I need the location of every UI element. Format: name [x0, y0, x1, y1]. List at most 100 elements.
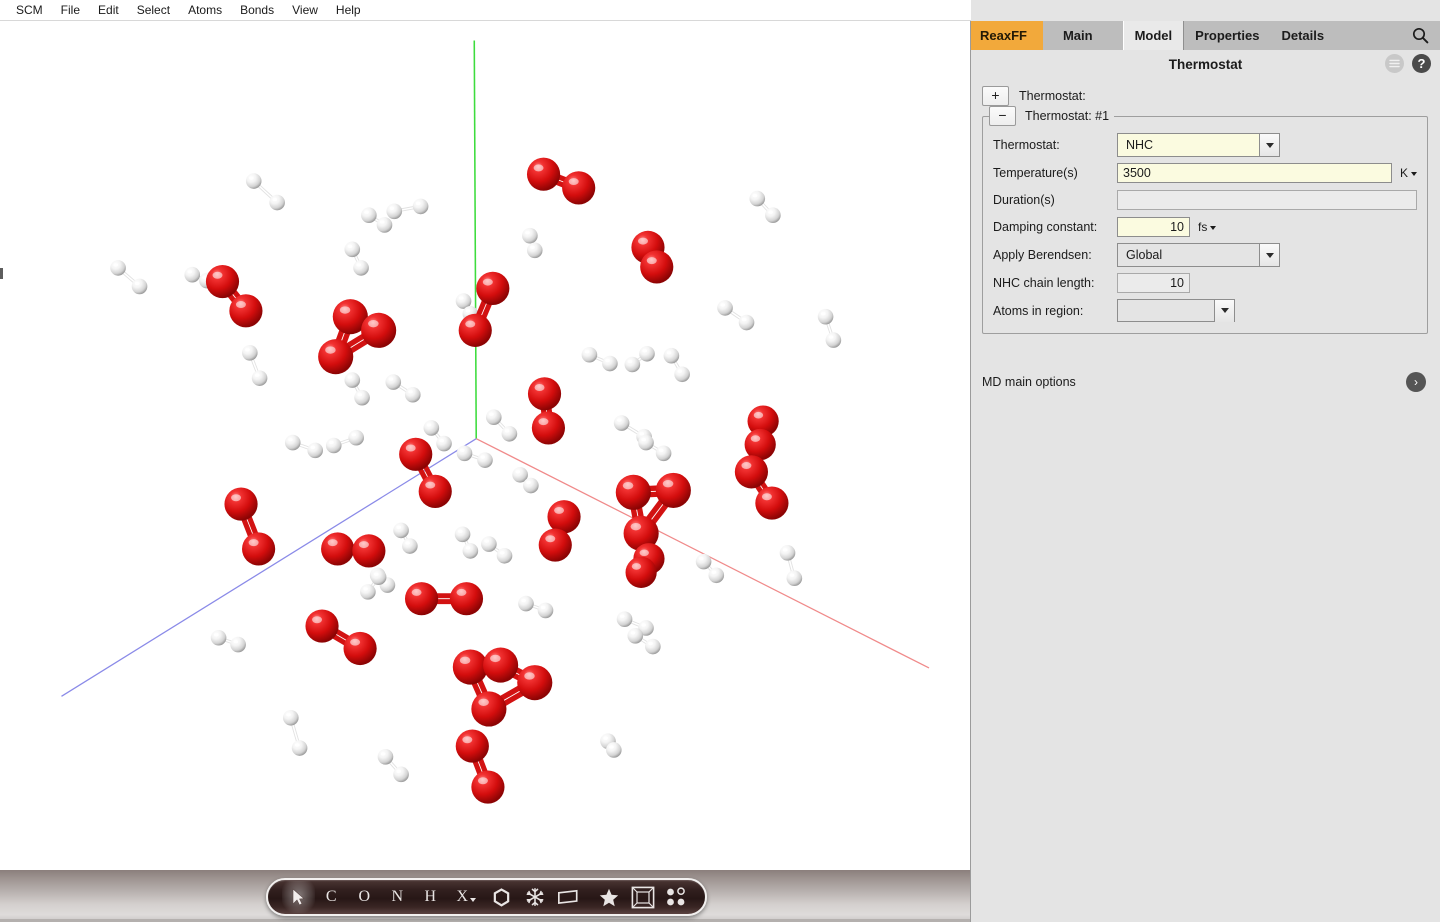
oxygen-atom[interactable] — [242, 532, 275, 565]
molecule-H2[interactable] — [211, 630, 246, 652]
hydrogen-atom[interactable] — [818, 309, 834, 325]
molecule-O4[interactable] — [453, 648, 553, 727]
viewport-edge-handle[interactable] — [0, 268, 3, 279]
hydrogen-atom[interactable] — [538, 603, 554, 619]
ring-tool[interactable] — [485, 881, 518, 913]
oxygen-atom[interactable] — [352, 534, 385, 567]
molecule-H2[interactable] — [481, 536, 512, 563]
hydrogen-atom[interactable] — [481, 536, 497, 552]
oxygen-atom[interactable] — [305, 609, 338, 642]
hydrogen-atom[interactable] — [696, 554, 712, 570]
oxygen-atom[interactable] — [735, 455, 768, 488]
chevron-down-icon[interactable] — [1259, 134, 1279, 156]
hydrogen-atom[interactable] — [360, 584, 376, 600]
hydrogen-atom[interactable] — [344, 372, 360, 388]
hydrogen-atom[interactable] — [708, 567, 724, 583]
hydrogen-atom[interactable] — [361, 207, 377, 223]
hydrogen-atom[interactable] — [787, 570, 803, 586]
hydrogen-atom[interactable] — [344, 242, 360, 258]
molecule-H2[interactable] — [638, 435, 671, 461]
molecule-viewport[interactable] — [0, 21, 971, 870]
molecule-H2[interactable] — [780, 545, 802, 586]
hydrogen-atom[interactable] — [402, 538, 418, 554]
hydrogen-atom[interactable] — [639, 346, 655, 362]
hydrogen-atom[interactable] — [749, 191, 765, 207]
molecule-O2[interactable] — [528, 377, 565, 444]
molecule-H2[interactable] — [386, 199, 428, 219]
molecule-O3[interactable] — [616, 473, 691, 551]
menu-item-select[interactable]: Select — [128, 0, 179, 20]
oxygen-atom[interactable] — [361, 313, 396, 348]
carbon-atom-tool[interactable]: C — [315, 881, 348, 913]
hydrogen-atom[interactable] — [230, 637, 246, 653]
hydrogen-atom[interactable] — [523, 478, 539, 494]
molecule-H2[interactable] — [818, 309, 841, 348]
molecule-H2[interactable] — [246, 173, 285, 210]
oxygen-atom[interactable] — [229, 294, 262, 327]
hydrogen-atom[interactable] — [457, 446, 473, 462]
hydrogen-atom[interactable] — [184, 267, 200, 283]
oxygen-atom[interactable] — [318, 339, 353, 374]
hydrogen-atom[interactable] — [477, 452, 493, 468]
molecule-H2[interactable] — [582, 347, 618, 371]
hydrogen-atom[interactable] — [717, 300, 733, 316]
oxygen-atom[interactable] — [471, 770, 504, 803]
hydrogen-atom[interactable] — [486, 409, 502, 425]
molecule-H2[interactable] — [378, 749, 409, 782]
hydrogen-atom[interactable] — [393, 523, 409, 539]
hydrogen-atom[interactable] — [602, 356, 618, 372]
other-element-tool[interactable]: X — [447, 881, 485, 913]
hydrogen-atom[interactable] — [377, 217, 393, 233]
oxygen-atom[interactable] — [483, 648, 518, 683]
hydrogen-atom[interactable] — [326, 438, 342, 454]
oxygen-atom[interactable] — [399, 438, 432, 471]
molecule-O2[interactable] — [456, 729, 505, 803]
oxygen-atom[interactable] — [471, 691, 506, 726]
hydrogen-atom[interactable] — [436, 436, 452, 452]
molecule-H2[interactable] — [242, 345, 267, 386]
menu-item-view[interactable]: View — [283, 0, 327, 20]
hydrogen-atom[interactable] — [242, 345, 258, 361]
atom-tool-palette[interactable]: C O N H X — [266, 878, 707, 916]
hydrogen-atom-tool[interactable]: H — [414, 881, 447, 913]
molecule-O2[interactable] — [626, 543, 665, 588]
hydrogen-atom[interactable] — [518, 596, 534, 612]
snowflake-tool[interactable] — [518, 881, 551, 913]
oxygen-atom[interactable] — [527, 158, 560, 191]
molecule-H2[interactable] — [522, 228, 542, 258]
hydrogen-atom[interactable] — [393, 767, 409, 783]
molecule-O2[interactable] — [321, 532, 385, 567]
duration-input[interactable] — [1117, 190, 1417, 210]
hydrogen-atom[interactable] — [269, 195, 285, 211]
oxygen-atom[interactable] — [476, 272, 509, 305]
oxygen-atom[interactable] — [224, 487, 257, 520]
molecule-O2[interactable] — [745, 405, 779, 460]
menu-item-file[interactable]: File — [52, 0, 89, 20]
hydrogen-atom[interactable] — [664, 348, 680, 364]
oxygen-atom[interactable] — [547, 500, 580, 533]
hydrogen-atom[interactable] — [371, 569, 387, 585]
hydrogen-atom[interactable] — [211, 630, 227, 646]
molecule-O2[interactable] — [305, 609, 376, 665]
oxygen-atom[interactable] — [528, 377, 561, 410]
hydrogen-atom[interactable] — [617, 611, 633, 627]
apply-berendsen-select[interactable]: Global — [1117, 243, 1280, 267]
molecule-H2[interactable] — [393, 523, 417, 554]
hydrogen-atom[interactable] — [656, 446, 672, 462]
hydrogen-atom[interactable] — [826, 332, 842, 348]
oxygen-atom[interactable] — [517, 665, 552, 700]
menu-item-help[interactable]: Help — [327, 0, 370, 20]
nhc-chain-length-input[interactable]: 10 — [1117, 273, 1190, 293]
molecule-H2[interactable] — [625, 346, 655, 372]
oxygen-atom[interactable] — [450, 582, 483, 615]
thermostat-select[interactable]: NHC — [1117, 133, 1280, 157]
hydrogen-atom[interactable] — [132, 279, 148, 295]
molecule-O3[interactable] — [318, 299, 396, 374]
molecule-H2[interactable] — [110, 260, 147, 294]
molecule-H2[interactable] — [717, 300, 754, 330]
oxygen-atom-tool[interactable]: O — [348, 881, 381, 913]
tab-model[interactable]: Model — [1123, 21, 1185, 50]
molecule-H2[interactable] — [344, 372, 369, 405]
oxygen-atom[interactable] — [321, 532, 354, 565]
box-tool[interactable] — [625, 881, 661, 913]
